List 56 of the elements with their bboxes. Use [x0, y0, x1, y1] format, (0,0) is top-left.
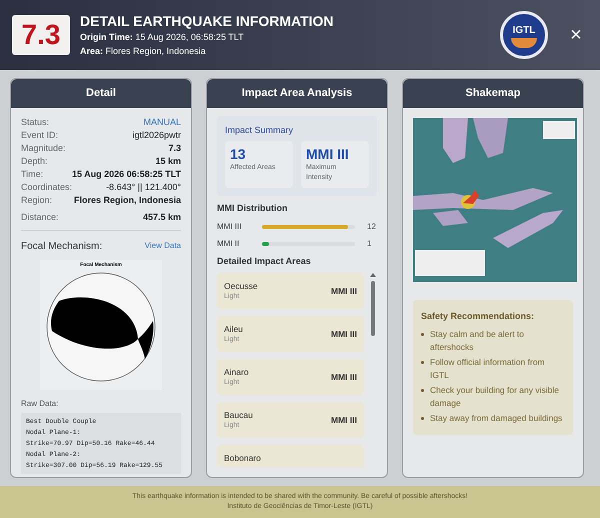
mmi-count: 12 — [367, 220, 376, 232]
area-mmi: MMI III — [331, 328, 357, 340]
summary-title: Impact Summary — [225, 124, 294, 137]
card-header: Shakemap — [403, 79, 583, 108]
bullet-icon — [421, 361, 424, 364]
section-title: Detailed Impact Areas — [217, 254, 312, 268]
institute-logo: IGTL — [500, 11, 548, 59]
mmi-label: MMI II — [217, 238, 240, 250]
detail-value: -8.643° || 121.400° — [106, 180, 181, 194]
stat-value: MMI III — [306, 146, 350, 163]
card-header: Detail — [11, 79, 191, 108]
impact-area-item[interactable]: Bobonaro — [217, 445, 364, 467]
window-title: DETAIL EARTHQUAKE INFORMATION — [80, 12, 335, 30]
detail-value: 15 Aug 2026 06:58:25 TLT — [72, 168, 181, 180]
detail-label: Coordinates: — [21, 180, 72, 194]
section-title: Focal Mechanism: — [21, 240, 102, 254]
detail-label: Event ID: — [21, 128, 58, 142]
area-name: Baucau — [224, 409, 253, 421]
recommendation-text: Stay calm and be alert to aftershocks — [430, 328, 526, 354]
card-header: Impact Area Analysis — [207, 79, 387, 108]
area-name: Bobonaro — [224, 452, 261, 464]
recommendation-text: Check your building for any visible damage — [430, 384, 560, 410]
area-mmi: MMI III — [331, 414, 357, 426]
area-mmi: MMI III — [331, 370, 357, 384]
detail-value: 15 km — [155, 154, 181, 168]
detail-value: MANUAL — [143, 116, 181, 128]
detail-label: Magnitude: — [21, 142, 66, 154]
bullet-icon — [421, 417, 424, 420]
close-button[interactable]: × — [564, 20, 588, 50]
mmi-label: MMI III — [217, 220, 242, 232]
recommendation-text: Follow official information from IGTL — [430, 356, 546, 382]
origin-time: Origin Time: 15 Aug 2026, 06:58:25 TLT — [80, 31, 245, 44]
detail-label: Time: — [21, 168, 44, 180]
area-mmi: MMI III — [331, 284, 357, 298]
raw-data-label: Raw Data: — [21, 398, 60, 410]
area-text: Area: Flores Region, Indonesia — [80, 45, 207, 58]
area-name: Aileu — [224, 323, 243, 335]
detail-label: Distance: — [21, 210, 59, 224]
detail-value: 7.3 — [168, 142, 181, 154]
detail-label: Region: — [21, 194, 52, 206]
stat-value: 13 — [230, 146, 247, 163]
area-name: Ainaro — [224, 366, 249, 378]
area-name: Oecusse — [224, 280, 258, 292]
detail-value: 457.5 km — [142, 210, 181, 224]
detail-value: igtl2026pwtr — [132, 128, 181, 142]
detail-label: Depth: — [21, 154, 48, 168]
detail-value: Flores Region, Indonesia — [74, 194, 181, 206]
mmi-count: 1 — [367, 238, 372, 250]
safety-title: Safety Recommendations: — [421, 310, 536, 323]
magnitude-badge: 7.3 — [12, 15, 70, 55]
section-title: MMI Distribution — [217, 202, 288, 215]
view-data-link[interactable]: View Data — [144, 240, 181, 252]
bullet-icon — [421, 389, 424, 392]
recommendation-text: Stay away from damaged buildings — [430, 412, 562, 425]
bullet-icon — [421, 333, 424, 336]
detail-label: Status: — [21, 116, 50, 128]
